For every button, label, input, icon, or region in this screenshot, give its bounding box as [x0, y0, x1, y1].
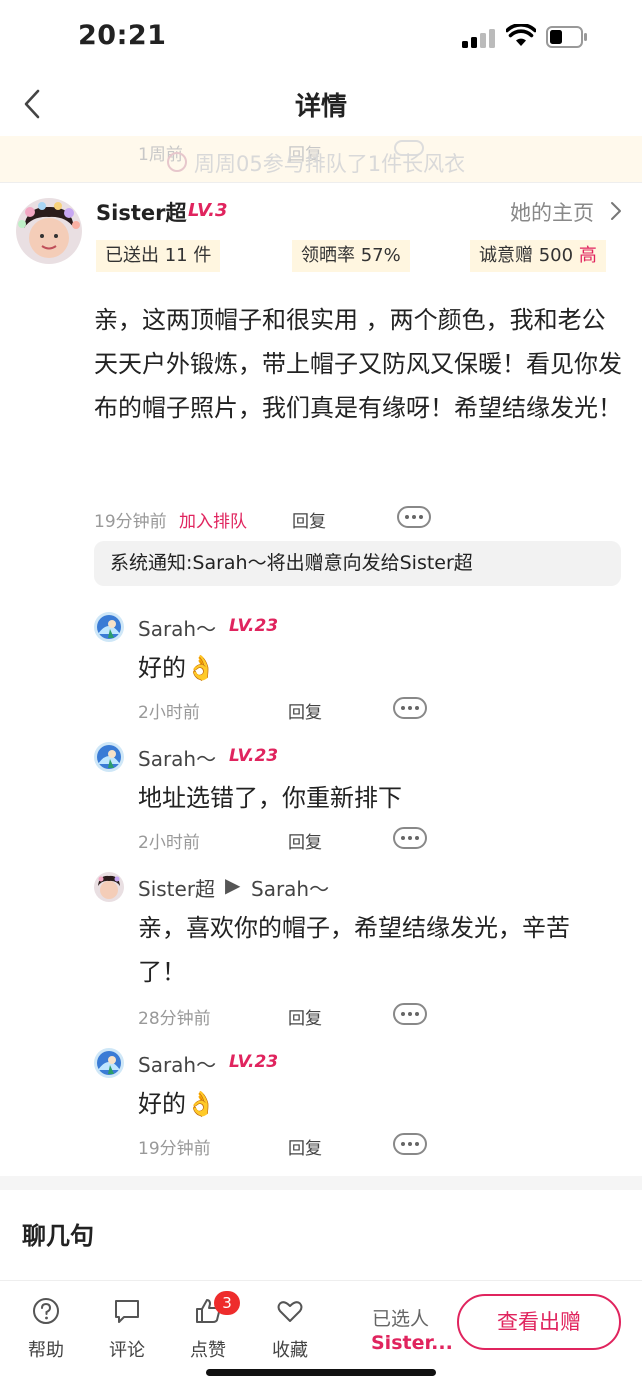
reply-author-name[interactable]: Sarah～ — [138, 1049, 216, 1078]
reply-avatar[interactable] — [94, 742, 124, 772]
join-queue-button[interactable]: 加入排队 — [179, 507, 247, 532]
reply-time: 19分钟前 — [138, 1139, 211, 1159]
tab-help-label: 帮助 — [28, 1340, 64, 1361]
reply-button[interactable]: 回复 — [288, 698, 322, 723]
reply-avatar[interactable] — [94, 612, 124, 642]
battery-icon — [546, 26, 587, 48]
reply-level-badge: LV.23 — [229, 746, 279, 766]
chat-section-title: 聊几句 — [22, 1222, 94, 1250]
avatar[interactable] — [16, 198, 82, 264]
tab-comment[interactable]: 评论 — [97, 1296, 157, 1362]
section-divider — [0, 1176, 642, 1190]
reply-button[interactable]: 回复 — [292, 507, 326, 532]
reply-arrow-icon: ▶ — [225, 873, 241, 897]
reply-author-name[interactable]: Sarah～ — [138, 743, 216, 772]
reply-button[interactable]: 回复 — [288, 828, 322, 853]
reply-text: 好的👌 — [138, 654, 216, 682]
stat-sincerity-label: 诚意赠 500 — [479, 245, 574, 266]
view-gift-button[interactable]: 查看出赠 — [457, 1294, 621, 1350]
help-icon — [33, 1298, 59, 1324]
reply-avatar[interactable] — [94, 872, 124, 902]
reply-level-badge: LV.23 — [229, 1052, 279, 1072]
stat-show-rate: 领晒率 57% — [292, 240, 410, 272]
chevron-right-icon[interactable] — [610, 201, 622, 221]
cellular-signal-icon — [462, 28, 496, 48]
reply-time: 28分钟前 — [138, 1009, 211, 1029]
home-indicator[interactable] — [206, 1369, 436, 1376]
system-notice: 系统通知:Sarah～将出赠意向发给Sister超 — [94, 541, 621, 586]
homepage-link[interactable]: 她的主页 — [510, 197, 594, 227]
reply-author-name[interactable]: Sarah～ — [138, 613, 216, 642]
peek-text: 周周05参与排队了1件长风衣 — [194, 152, 466, 176]
more-options-icon[interactable] — [393, 1003, 427, 1025]
more-options-icon[interactable] — [393, 697, 427, 719]
stat-sincerity: 诚意赠 500 高 — [470, 240, 606, 272]
stat-sent: 已送出 11 件 — [96, 240, 221, 272]
selected-person-name[interactable]: Sister... — [371, 1332, 453, 1354]
reply-time: 2小时前 — [138, 703, 200, 723]
tab-like-label: 点赞 — [190, 1340, 226, 1361]
level-badge: LV.3 — [188, 200, 228, 221]
reply-button[interactable]: 回复 — [288, 1134, 322, 1159]
wifi-icon — [506, 24, 536, 46]
reply-time: 2小时前 — [138, 833, 200, 853]
status-time: 20:21 — [78, 20, 167, 51]
reply-level-badge: LV.23 — [229, 616, 279, 636]
comment-author-name[interactable]: Sister超 — [96, 197, 186, 227]
tab-comment-label: 评论 — [109, 1340, 145, 1361]
reply-text: 亲，喜欢你的帽子，希望结缘发光，辛苦了！ — [138, 914, 570, 986]
like-count-badge: 3 — [214, 1291, 240, 1315]
peek-banner[interactable]: 1周前 回复 周周05参与排队了1件长风衣 — [0, 136, 642, 182]
tab-favorite[interactable]: 收藏 — [260, 1296, 320, 1362]
selected-person-label: 已选人 — [372, 1308, 430, 1330]
reply-target-name[interactable]: Sarah～ — [251, 873, 329, 902]
more-options-icon[interactable] — [397, 506, 431, 528]
more-options-icon[interactable] — [393, 827, 427, 849]
reply-text: 好的👌 — [138, 1090, 216, 1118]
reply-author-name[interactable]: Sister超 — [138, 873, 215, 902]
reply-button[interactable]: 回复 — [288, 1004, 322, 1029]
reply-text: 地址选错了，你重新排下 — [138, 784, 402, 812]
reply-avatar[interactable] — [94, 1048, 124, 1078]
comment-time: 19分钟前 — [94, 512, 167, 532]
more-options-icon[interactable] — [393, 1133, 427, 1155]
tab-favorite-label: 收藏 — [272, 1340, 308, 1361]
page-title: 详情 — [294, 92, 347, 122]
stat-sincerity-level: 高 — [578, 245, 597, 266]
divider — [0, 182, 642, 183]
comment-body: 亲，这两顶帽子和很实用 ，两个颜色，我和老公天天户外锻炼，带上帽子又防风又保暖！… — [94, 306, 622, 422]
peek-queue-icon — [167, 152, 187, 172]
tab-help[interactable]: 帮助 — [16, 1296, 76, 1362]
comment-icon — [115, 1300, 139, 1323]
heart-icon — [277, 1301, 303, 1322]
